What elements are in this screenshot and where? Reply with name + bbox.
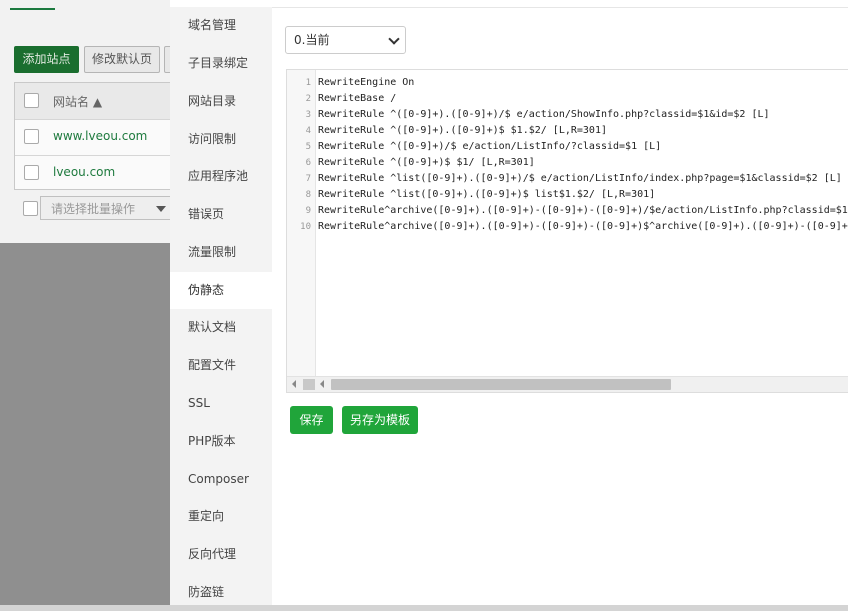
sidebar-item-reverse-proxy[interactable]: 反向代理 — [170, 536, 272, 573]
batch-checkbox — [23, 201, 38, 216]
site-link: lveou.com — [53, 165, 116, 179]
sidebar-item-ssl[interactable]: SSL — [170, 385, 272, 422]
code-line: 6 RewriteRule ^([0-9]+)$ $1/ [L,R=301] — [287, 155, 848, 171]
site-table: 网站名 ▲ www.lveou.com lveou.com — [14, 82, 177, 190]
code-line: 4 RewriteRule ^([0-9]+).([0-9]+)$ $1.$2/ … — [287, 123, 848, 139]
code-line: 3 RewriteRule ^([0-9]+).([0-9]+)/$ e/acti… — [287, 107, 848, 123]
code-lines: 1 RewriteEngine On 2 RewriteBase / 3 Rewrit… — [287, 75, 848, 235]
sidebar-item-app-pool[interactable]: 应用程序池 — [170, 158, 272, 195]
line-number: 1 — [305, 78, 311, 88]
rewrite-panel: 0.当前 1 RewriteEngine On 2 RewriteBase / 3R… — [272, 7, 848, 605]
line-number: 5 — [305, 142, 311, 152]
site-link: www.lveou.com — [53, 129, 148, 143]
sidebar-item-domain-management[interactable]: 域名管理 — [170, 7, 272, 44]
code-text: RewriteRule ^([0-9]+).([0-9]+)/$ e/actio… — [318, 109, 770, 120]
sidebar-item-rewrite[interactable]: 伪静态 — [170, 272, 272, 309]
code-text: RewriteBase / — [318, 93, 397, 104]
rewrite-code-editor[interactable]: 1 RewriteEngine On 2 RewriteBase / 3 Rewrit… — [286, 69, 848, 393]
settings-sidebar: 域名管理 子目录绑定 网站目录 访问限制 应用程序池 错误页 流量限制 伪静态 … — [170, 7, 272, 605]
sidebar-item-error-pages[interactable]: 错误页 — [170, 196, 272, 233]
code-line: 10 RewriteRule^archive([0-9]+).([0-9]+)-(… — [287, 219, 848, 235]
code-line: 8 RewriteRule ^list([0-9]+).([0-9]+)$ lis… — [287, 187, 848, 203]
code-text: RewriteRule^archive([0-9]+).([0-9]+)-([0… — [318, 205, 848, 216]
site-list-panel: 添加站点 修改默认页 网站名 ▲ www.lveou.com lveou.com… — [0, 0, 178, 243]
line-number: 7 — [305, 174, 311, 184]
code-text: RewriteRule ^([0-9]+)/$ e/action/ListInf… — [318, 141, 662, 152]
sidebar-item-access-restriction[interactable]: 访问限制 — [170, 121, 272, 158]
code-text: RewriteEngine On — [318, 77, 415, 88]
table-header-row: 网站名 ▲ — [15, 83, 176, 120]
rewrite-version-select[interactable]: 0.当前 — [285, 26, 406, 54]
code-text: RewriteRule ^([0-9]+)$ $1/ [L,R=301] — [318, 157, 535, 168]
site-settings-modal: 域名管理 子目录绑定 网站目录 访问限制 应用程序池 错误页 流量限制 伪静态 … — [170, 0, 848, 605]
line-number: 8 — [305, 190, 311, 200]
sidebar-item-default-document[interactable]: 默认文档 — [170, 309, 272, 346]
sidebar-item-config-file[interactable]: 配置文件 — [170, 347, 272, 384]
sidebar-item-subdirectory-binding[interactable]: 子目录绑定 — [170, 45, 272, 82]
horizontal-scrollbar[interactable] — [287, 376, 848, 392]
sidebar-item-composer[interactable]: Composer — [170, 461, 272, 498]
line-number: 6 — [305, 158, 311, 168]
table-row: www.lveou.com — [15, 119, 176, 156]
save-as-template-button[interactable]: 另存为模板 — [342, 406, 418, 434]
row-checkbox — [24, 165, 39, 180]
code-line: 7 RewriteRule ^list([0-9]+).([0-9]+)/$ e/… — [287, 171, 848, 187]
sidebar-item-hotlink-protection[interactable]: 防盗链 — [170, 574, 272, 611]
rewrite-version-value: 0.当前 — [294, 33, 330, 47]
code-line: 2 RewriteBase / — [287, 91, 848, 107]
row-checkbox — [24, 129, 39, 144]
sidebar-item-redirect[interactable]: 重定向 — [170, 498, 272, 535]
sidebar-item-php-version[interactable]: PHP版本 — [170, 423, 272, 460]
column-header-site-name: 网站名 ▲ — [53, 95, 103, 109]
code-text: RewriteRule ^([0-9]+).([0-9]+)$ $1.$2/ [… — [318, 125, 607, 136]
line-number: 3 — [305, 110, 311, 120]
scroll-gutter — [303, 379, 315, 390]
scroll-left-icon[interactable] — [320, 380, 324, 388]
line-number: 9 — [305, 206, 311, 216]
batch-select-placeholder: 请选择批量操作 — [51, 202, 136, 216]
scroll-left-icon[interactable] — [292, 380, 296, 388]
code-line: 1 RewriteEngine On — [287, 75, 848, 91]
add-site-button: 添加站点 — [14, 46, 79, 73]
code-line: 9 RewriteRule^archive([0-9]+).([0-9]+)-([… — [287, 203, 848, 219]
code-text: RewriteRule ^list([0-9]+).([0-9]+)/$ e/a… — [318, 173, 842, 184]
default-page-button: 修改默认页 — [84, 46, 160, 73]
chevron-down-icon — [388, 33, 400, 45]
code-line: 5 RewriteRule ^([0-9]+)/$ e/action/ListIn… — [287, 139, 848, 155]
line-number: 10 — [300, 222, 311, 232]
sidebar-item-traffic-limit[interactable]: 流量限制 — [170, 234, 272, 271]
save-button[interactable]: 保存 — [290, 406, 333, 434]
table-row: lveou.com — [15, 155, 176, 191]
batch-select: 请选择批量操作 — [40, 196, 173, 220]
scrollbar-thumb[interactable] — [331, 379, 671, 390]
caret-down-icon — [156, 206, 166, 212]
code-text: RewriteRule ^list([0-9]+).([0-9]+)$ list… — [318, 189, 656, 200]
line-number: 4 — [305, 126, 311, 136]
line-number: 2 — [305, 94, 311, 104]
code-text: RewriteRule^archive([0-9]+).([0-9]+)-([0… — [318, 221, 848, 232]
active-tab-indicator — [10, 8, 55, 10]
select-all-checkbox — [24, 93, 39, 108]
sidebar-item-site-directory[interactable]: 网站目录 — [170, 83, 272, 120]
